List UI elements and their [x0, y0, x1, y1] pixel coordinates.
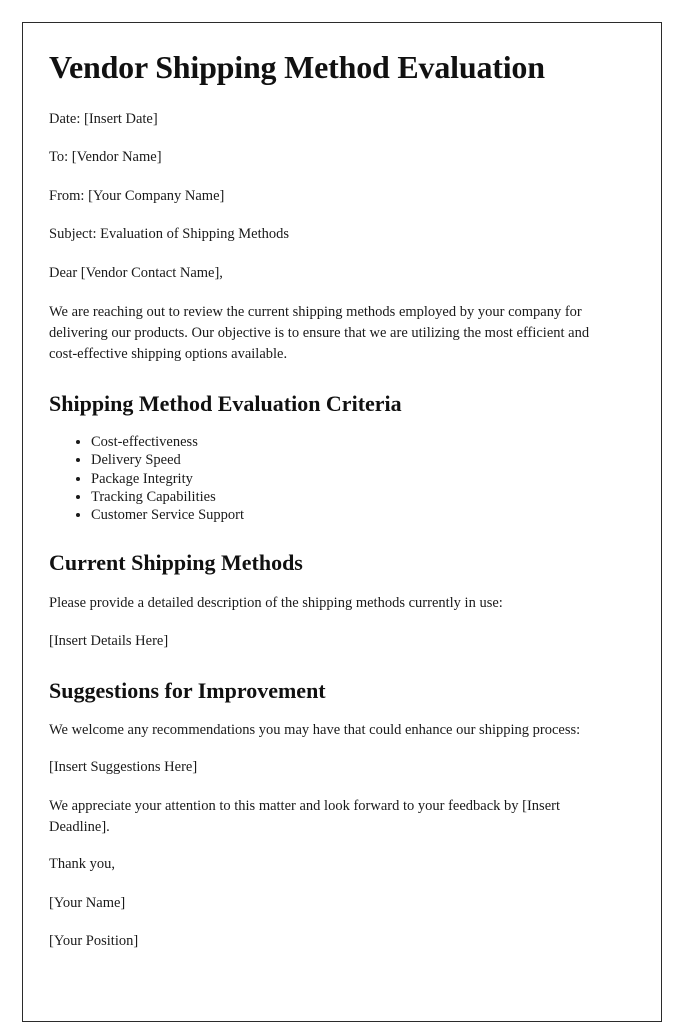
list-item: Package Integrity	[91, 470, 613, 488]
intro-paragraph: We are reaching out to review the curren…	[49, 303, 590, 362]
list-item: Customer Service Support	[91, 506, 613, 524]
section-heading-current-methods: Current Shipping Methods	[49, 550, 303, 576]
criteria-list: Cost-effectiveness Delivery Speed Packag…	[49, 433, 613, 524]
salutation: Dear [Vendor Contact Name],	[49, 265, 223, 282]
suggestions-placeholder: [Insert Suggestions Here]	[49, 759, 198, 776]
metadata-to: To: [Vendor Name]	[49, 149, 162, 166]
current-methods-placeholder: [Insert Details Here]	[49, 633, 169, 650]
metadata-subject: Subject: Evaluation of Shipping Methods	[49, 226, 290, 243]
document-page: Vendor Shipping Method Evaluation Date: …	[22, 22, 662, 1022]
list-item: Tracking Capabilities	[91, 488, 613, 506]
list-item: Delivery Speed	[91, 451, 613, 469]
list-item: Cost-effectiveness	[91, 433, 613, 451]
metadata-date: Date: [Insert Date]	[49, 110, 158, 127]
signature-position: [Your Position]	[49, 933, 139, 950]
signature-name: [Your Name]	[49, 894, 126, 911]
document-body: Vendor Shipping Method Evaluation Date: …	[23, 23, 661, 1010]
metadata-from: From: [Your Company Name]	[49, 187, 225, 204]
section-heading-suggestions: Suggestions for Improvement	[49, 677, 326, 703]
suggestions-prompt: We welcome any recommendations you may h…	[49, 722, 581, 739]
letter-metadata-block: Date: [Insert Date] To: [Vendor Name] Fr…	[49, 109, 613, 245]
closing-deadline-request: We appreciate your attention to this mat…	[49, 797, 560, 835]
page-title: Vendor Shipping Method Evaluation	[49, 49, 545, 85]
section-heading-criteria: Shipping Method Evaluation Criteria	[49, 390, 402, 416]
closing-block: We appreciate your attention to this mat…	[49, 796, 613, 952]
closing-thanks: Thank you,	[49, 855, 116, 872]
current-methods-prompt: Please provide a detailed description of…	[49, 594, 503, 611]
